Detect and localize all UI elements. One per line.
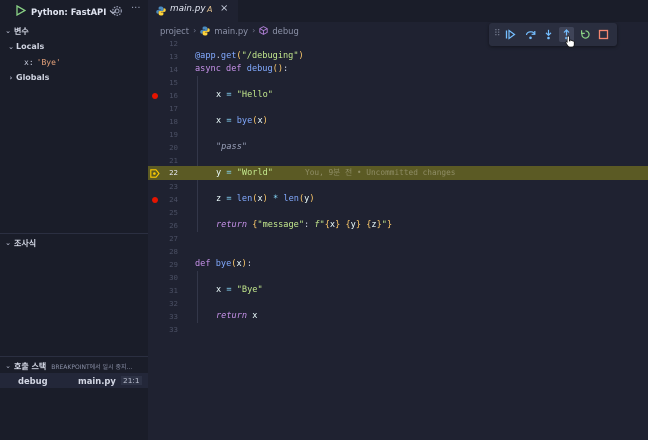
chevron-right-icon: › bbox=[252, 26, 256, 35]
editor-area: main.py A × project › main.py › debug 12… bbox=[148, 0, 648, 440]
code-line: 14 async def debug(): bbox=[169, 64, 289, 74]
tab-filename: main.py bbox=[170, 4, 206, 14]
git-blame-annotation: You, 9분 전 • Uncommitted changes bbox=[305, 168, 456, 177]
function-symbol-icon bbox=[259, 26, 269, 35]
python-file-icon bbox=[200, 26, 210, 35]
editor-tab-bar: main.py A × bbox=[148, 0, 648, 22]
step-over-button[interactable] bbox=[523, 27, 538, 42]
continue-button[interactable] bbox=[503, 27, 518, 42]
variables-section-header[interactable]: ⌄ 변수 bbox=[0, 24, 29, 38]
breadcrumb-file[interactable]: main.py bbox=[200, 26, 248, 36]
breadcrumb-file-label: main.py bbox=[214, 25, 249, 36]
code-line: 32 bbox=[148, 297, 648, 310]
locals-scope-label: Locals bbox=[16, 42, 45, 51]
breadcrumb-symbol-label: debug bbox=[272, 25, 299, 36]
drag-handle-icon[interactable]: ⠿ bbox=[494, 29, 501, 39]
mouse-pointer-icon bbox=[565, 35, 575, 48]
debug-toolbar: ⠿ bbox=[489, 23, 617, 46]
debug-config-select[interactable]: Python: FastAPI bbox=[31, 4, 117, 19]
chevron-right-icon: › bbox=[9, 73, 13, 82]
step-over-icon bbox=[525, 31, 536, 40]
call-stack-title: 호출 스택 bbox=[14, 361, 47, 371]
code-line: 20 "pass" bbox=[169, 141, 248, 154]
breadcrumb-folder[interactable]: project bbox=[160, 26, 189, 36]
tab-git-status: A bbox=[207, 5, 213, 14]
code-line: 18 x = bye(x) bbox=[169, 115, 268, 128]
debug-sidebar: Python: FastAPI ··· ⌄ 변수 ⌄ Locals x : 'B… bbox=[0, 0, 148, 440]
code-line: 28 bbox=[169, 247, 178, 256]
frame-position: 21:1 bbox=[121, 376, 142, 385]
section-divider bbox=[0, 356, 148, 357]
code-line: 29 def bye(x): bbox=[169, 259, 252, 269]
chevron-down-icon: ⌄ bbox=[8, 42, 14, 51]
call-stack-frame[interactable]: debug main.py 21:1 bbox=[0, 373, 148, 388]
restart-button[interactable] bbox=[578, 27, 593, 42]
chevron-down-icon: ⌄ bbox=[5, 362, 11, 370]
code-line: 16 x = "Hello" bbox=[148, 89, 648, 102]
restart-icon bbox=[581, 30, 590, 39]
watch-section-header[interactable]: ⌄ 조사식 bbox=[0, 236, 36, 250]
more-actions-icon[interactable]: ··· bbox=[131, 3, 141, 14]
code-line: 26 return {"message": f"{x} {y} {z}"} bbox=[169, 219, 393, 232]
code-line: 24 z = len(x) * len(y) bbox=[148, 193, 648, 206]
gear-icon[interactable] bbox=[111, 5, 123, 17]
call-stack-status: BREAKPOINT에서 일시 중지... bbox=[51, 363, 133, 371]
code-line: 23 bbox=[148, 180, 648, 193]
globals-scope-label: Globals bbox=[16, 73, 50, 82]
breadcrumb-symbol[interactable]: debug bbox=[259, 25, 299, 36]
call-stack-section-header[interactable]: ⌄ 호출 스택 BREAKPOINT에서 일시 중지... bbox=[0, 359, 148, 373]
current-execution-line: 22 y = "World" You, 9분 전 • Uncommitted c… bbox=[148, 166, 648, 180]
code-line: 27 bbox=[169, 234, 178, 243]
section-divider bbox=[0, 233, 148, 234]
close-icon[interactable]: × bbox=[220, 3, 228, 14]
code-line: 33 bbox=[169, 325, 178, 334]
stop-icon bbox=[598, 29, 609, 40]
chevron-right-icon: › bbox=[193, 26, 197, 35]
step-into-icon bbox=[545, 29, 552, 40]
chevron-down-icon: ⌄ bbox=[5, 239, 11, 247]
chevron-down-icon: ⌄ bbox=[5, 27, 11, 35]
code-line: 15 bbox=[148, 76, 648, 89]
frame-file: main.py bbox=[78, 375, 116, 386]
variable-row[interactable]: x : 'Bye' bbox=[24, 56, 61, 69]
code-line: 17 bbox=[148, 102, 648, 115]
code-line: 30 bbox=[148, 271, 648, 284]
breadcrumb: project › main.py › debug bbox=[160, 24, 299, 37]
continue-icon bbox=[505, 29, 516, 40]
python-file-icon bbox=[156, 6, 166, 16]
variable-value: 'Bye' bbox=[36, 58, 61, 67]
code-line: 13 @app.get("/debuging") bbox=[169, 51, 304, 61]
debug-config-label: Python: FastAPI bbox=[31, 6, 107, 17]
variables-section-title: 변수 bbox=[14, 26, 29, 36]
locals-scope[interactable]: ⌄ Locals bbox=[6, 40, 44, 53]
code-line: 31 x = "Bye" bbox=[169, 284, 263, 297]
stop-button[interactable] bbox=[596, 27, 611, 42]
code-line: 19 bbox=[148, 128, 648, 141]
frame-function: debug bbox=[18, 375, 48, 386]
start-debugging-icon[interactable] bbox=[16, 5, 26, 16]
editor-tab-main-py[interactable]: main.py A × bbox=[148, 0, 238, 22]
variable-separator: : bbox=[28, 58, 34, 67]
code-line: 33 return x bbox=[169, 310, 258, 323]
watch-section-title: 조사식 bbox=[14, 238, 37, 248]
globals-scope[interactable]: › Globals bbox=[6, 71, 50, 84]
debug-config-bar: Python: FastAPI ··· bbox=[0, 0, 148, 22]
code-line: 25 bbox=[148, 206, 648, 219]
step-into-button[interactable] bbox=[541, 27, 556, 42]
